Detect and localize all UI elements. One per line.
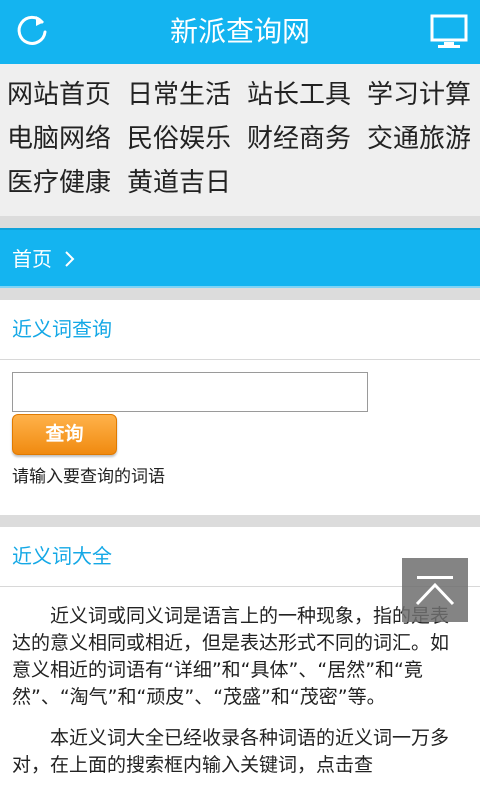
nav-item-home[interactable]: 网站首页 — [7, 75, 111, 115]
article-body: 近义词或同义词是语言上的一种现象，指的是表达的意义相同或相近，但是表达形式不同的… — [12, 603, 458, 793]
nav-item-medical-health[interactable]: 医疗健康 — [7, 163, 111, 203]
search-hint: 请输入要查询的词语 — [12, 467, 165, 487]
search-button[interactable]: 查询 — [12, 414, 117, 455]
breadcrumb-home-link[interactable]: 首页 — [12, 244, 52, 274]
divider — [0, 216, 480, 228]
nav-item-auspicious-days[interactable]: 黄道吉日 — [127, 163, 231, 203]
nav-item-computer-network[interactable]: 电脑网络 — [7, 119, 111, 159]
nav-item-finance-business[interactable]: 财经商务 — [247, 119, 351, 159]
category-nav: 网站首页 日常生活 站长工具 学习计算 电脑网络 民俗娱乐 财经商务 交通旅游 … — [0, 64, 480, 216]
search-input[interactable] — [12, 372, 368, 412]
article-paragraph: 本近义词大全已经收录各种词语的近义词一万多对，在上面的搜索框内输入关键词，点击查 — [12, 727, 450, 776]
chevron-right-icon — [65, 251, 75, 267]
nav-item-study-calc[interactable]: 学习计算 — [367, 75, 471, 115]
divider — [0, 288, 480, 300]
divider — [0, 515, 480, 527]
article-paragraph: 近义词或同义词是语言上的一种现象，指的是表达的意义相同或相近，但是表达形式不同的… — [12, 605, 450, 708]
breadcrumb: 首页 — [0, 228, 480, 288]
nav-item-webmaster-tools[interactable]: 站长工具 — [247, 75, 351, 115]
back-to-top-button[interactable] — [402, 558, 468, 622]
section-header-query: 近义词查询 — [0, 300, 480, 360]
app-title: 新派查询网 — [169, 15, 310, 48]
nav-item-folk-entertainment[interactable]: 民俗娱乐 — [127, 119, 231, 159]
section-title-query: 近义词查询 — [12, 317, 112, 341]
nav-item-daily-life[interactable]: 日常生活 — [127, 75, 231, 115]
top-bar: 新派查询网 — [0, 0, 480, 64]
nav-item-transport-travel[interactable]: 交通旅游 — [367, 119, 471, 159]
arrow-up-icon — [415, 576, 455, 606]
monitor-icon[interactable] — [430, 14, 468, 50]
section-title-about: 近义词大全 — [12, 544, 112, 568]
